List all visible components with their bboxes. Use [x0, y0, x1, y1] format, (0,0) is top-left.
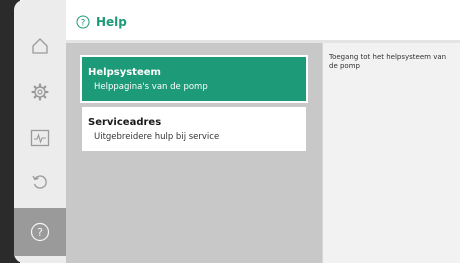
menu-item-title: Serviceadres [88, 117, 162, 128]
header: ? Help [66, 0, 460, 40]
menu-item-title: Helpsysteem [88, 67, 161, 78]
undo-icon [31, 173, 49, 191]
help-circle-icon: ? [30, 222, 50, 242]
page-title: Help [96, 15, 127, 29]
menu-item-helpsysteem[interactable]: Helpsysteem Helppagina's van de pomp [80, 55, 308, 103]
sidebar-item-settings[interactable] [14, 68, 66, 116]
gear-icon [31, 83, 49, 101]
sidebar-item-home[interactable] [14, 22, 66, 70]
svg-text:?: ? [81, 18, 86, 28]
svg-text:?: ? [37, 226, 43, 239]
info-text: Toegang tot het helpsysteem van de pomp [329, 53, 447, 70]
sidebar-item-help[interactable]: ? [14, 208, 66, 256]
menu-panel: Helpsysteem Helppagina's van de pomp Ser… [66, 43, 322, 263]
help-icon: ? [76, 14, 90, 33]
info-panel: Toegang tot het helpsysteem van de pomp [322, 43, 460, 263]
pulse-monitor-icon [30, 129, 50, 147]
menu-item-serviceadres[interactable]: Serviceadres Uitgebreidere hulp bij serv… [82, 107, 306, 151]
home-icon [31, 37, 49, 55]
menu-item-subtitle: Uitgebreidere hulp bij service [94, 132, 220, 142]
sidebar-item-restore[interactable] [14, 158, 66, 206]
sidebar-item-diagnostics[interactable] [14, 114, 66, 162]
menu-item-subtitle: Helppagina's van de pomp [94, 82, 208, 92]
